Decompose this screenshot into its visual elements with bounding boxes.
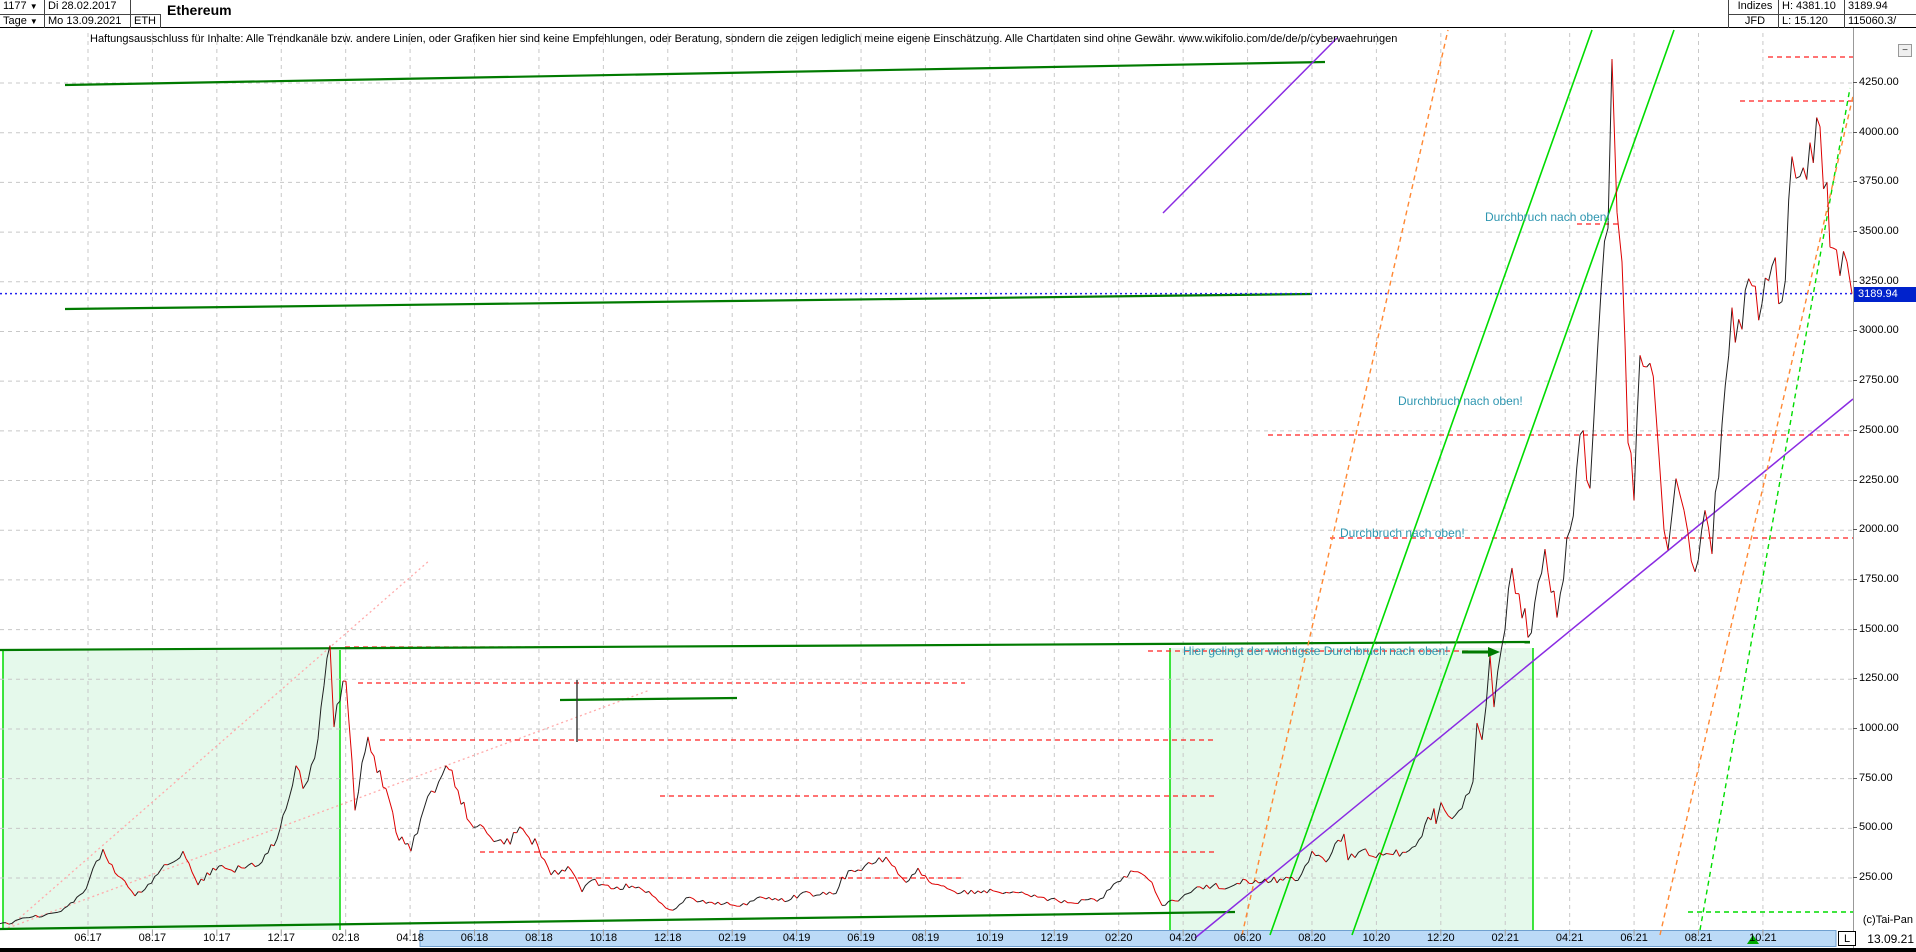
quote-group-label: Indizes — [1728, 0, 1779, 14]
price-axis-label: 2500.00 — [1853, 423, 1899, 436]
price-axis-label: 3250.00 — [1853, 274, 1899, 287]
quote-feed-label: JFD — [1728, 14, 1779, 28]
time-axis-label: 04.21 — [1555, 932, 1584, 944]
breakout-annotation: Hier gelingt der wichtigste Durchbruch n… — [1183, 644, 1449, 658]
time-axis-label: 08.21 — [1684, 932, 1713, 944]
time-axis-label: 08.19 — [911, 932, 940, 944]
time-axis-label: 08.20 — [1298, 932, 1326, 944]
timeframe-dropdown[interactable]: Tage ▼ — [0, 14, 45, 28]
price-axis-label: 250.00 — [1853, 871, 1893, 883]
time-axis-label: 02.21 — [1491, 932, 1519, 944]
price-axis-label: 1000.00 — [1853, 721, 1899, 734]
time-axis-label: 02.19 — [718, 932, 746, 944]
collapse-axis-button[interactable]: − — [1898, 44, 1912, 57]
disclaimer-text: Haftungsausschluss für Inhalte: Alle Tre… — [90, 33, 1398, 45]
chevron-down-icon: ▼ — [29, 2, 38, 11]
linear-scale-button[interactable]: L — [1838, 931, 1856, 946]
time-axis-label: 12.19 — [1040, 932, 1069, 944]
timeframe-value: Tage — [3, 15, 27, 27]
breakout-annotation: Durchbruch nach oben! — [1398, 394, 1523, 408]
price-axis-label: 500.00 — [1853, 821, 1893, 834]
time-axis-label: 08.17 — [138, 932, 167, 944]
time-axis-label: 10.18 — [589, 932, 618, 944]
chevron-down-icon: ▼ — [29, 17, 38, 26]
quote-volume: 115060.3/ — [1845, 14, 1916, 28]
page-title: Ethereum — [167, 2, 232, 18]
time-axis-label: 10.20 — [1362, 932, 1391, 944]
time-axis-label: 04.20 — [1169, 932, 1197, 944]
header-quote-panel: Indizes H: 4381.10 3189.94 JFD L: 15.120… — [1728, 0, 1916, 28]
price-axis-label: 2250.00 — [1853, 473, 1899, 486]
price-axis-label: 4250.00 — [1853, 76, 1899, 88]
price-axis-label: 1750.00 — [1853, 572, 1899, 585]
time-axis-label: 12.20 — [1427, 932, 1455, 944]
price-axis-label: 750.00 — [1853, 771, 1893, 784]
time-axis-label: 06.17 — [74, 932, 102, 944]
time-axis-label: 04.19 — [782, 932, 811, 944]
price-axis-label: 4000.00 — [1853, 125, 1899, 138]
time-axis-label: 10.17 — [203, 932, 231, 944]
time-axis-label: 06.18 — [460, 932, 489, 944]
time-axis-label: 06.20 — [1233, 932, 1262, 944]
time-axis-label: 12.18 — [654, 932, 682, 944]
price-axis-label: 2750.00 — [1853, 374, 1899, 387]
time-axis-label: 10.21 — [1749, 932, 1777, 944]
breakout-annotation: Durchbruch nach oben! — [1485, 210, 1610, 224]
time-axis-label: 02.18 — [331, 932, 360, 944]
price-chart-svg — [0, 28, 1853, 948]
time-axis-label: 08.18 — [525, 932, 553, 944]
last-date-label: 13.09.21 — [1867, 932, 1914, 946]
breakout-annotation: Durchbruch nach oben! — [1340, 526, 1465, 540]
time-axis-label: 04.18 — [396, 932, 424, 944]
time-axis-label: 06.19 — [847, 932, 875, 944]
end-date-cell: Mo 13.09.2021 — [45, 14, 131, 28]
quote-last: 3189.94 — [1848, 0, 1888, 12]
tai-pan-chart-window: { "header": { "bars_count": "1177", "bar… — [0, 0, 1916, 952]
time-axis-label: 06.21 — [1620, 932, 1648, 944]
time-axis-label: 12.17 — [267, 932, 296, 944]
quote-low: L: 15.120 — [1779, 14, 1845, 28]
time-axis-label: 10.19 — [976, 932, 1004, 944]
price-axis[interactable]: − 4250.00 4000.00 3750.00 3500.00 3250.00 300… — [1853, 28, 1916, 948]
header-bar: 1177 ▼ Di 28.02.2017 Tage ▼ Mo 13.09.202… — [0, 0, 1916, 28]
price-axis-label: 3750.00 — [1853, 175, 1899, 188]
bottom-divider — [0, 948, 1916, 952]
price-axis-label: 1250.00 — [1853, 672, 1899, 685]
current-price-badge: 3189.94 — [1854, 286, 1916, 302]
price-axis-label: 1500.00 — [1853, 622, 1899, 635]
price-axis-label: 3000.00 — [1853, 324, 1899, 337]
quote-high: H: 4381.10 — [1779, 0, 1845, 14]
start-date-cell: Di 28.02.2017 — [45, 0, 131, 14]
price-axis-label: 3500.00 — [1853, 225, 1899, 238]
copyright-label: (c)Tai-Pan — [1862, 914, 1913, 926]
bars-count-dropdown[interactable]: 1177 ▼ — [0, 0, 45, 14]
time-axis[interactable]: 06.17 08.17 10.17 12.17 02.18 04.18 06.18 08.18… — [0, 930, 1853, 948]
price-axis-label: 2000.00 — [1853, 523, 1899, 536]
time-axis-label: 02.20 — [1104, 932, 1133, 944]
symbol-code-cell: ETH — [131, 14, 161, 28]
trend-box — [1170, 648, 1533, 930]
bars-count-value: 1177 — [3, 0, 27, 12]
